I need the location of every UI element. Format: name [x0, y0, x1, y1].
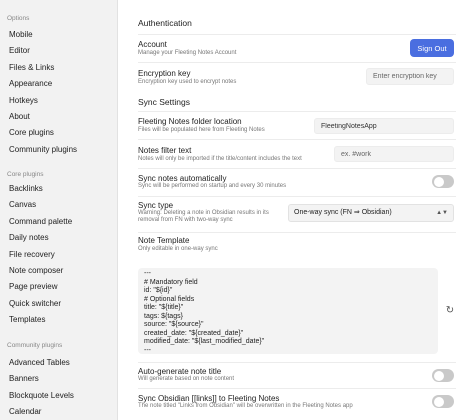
setting-name: Fleeting Notes folder location	[138, 117, 242, 126]
sidebar-item-daily-notes[interactable]: Daily notes	[0, 230, 117, 246]
sync-links-toggle[interactable]	[432, 395, 454, 408]
setting-name: Sync notes automatically	[138, 174, 227, 183]
template-line: # Mandatory field	[144, 278, 198, 286]
sync-type-select[interactable]: One-way sync (FN ⇒ Obsidian) ▲▼	[288, 204, 454, 222]
setting-name: Note Template	[138, 236, 190, 245]
toggle-knob	[433, 370, 444, 381]
template-line: # Optional fields	[144, 295, 195, 303]
setting-desc: Will generate based on note content	[138, 376, 235, 382]
sidebar-item-banners[interactable]: Banners	[0, 371, 117, 387]
setting-desc: Encryption key used to encrypt notes	[138, 79, 237, 85]
sync-settings-heading: Sync Settings	[138, 97, 190, 107]
setting-name: Sync type	[138, 201, 174, 210]
template-line: id: "${id}"	[144, 287, 173, 294]
setting-desc-line2: removal from FN with two-way sync	[138, 217, 233, 223]
settings-sidebar: Options Mobile Editor Files & Links Appe…	[0, 0, 118, 420]
sidebar-header-community-plugins: Community plugins	[7, 342, 63, 349]
sidebar-item-page-preview[interactable]: Page preview	[0, 279, 117, 295]
setting-name: Notes filter text	[138, 146, 192, 155]
sidebar-item-command-palette[interactable]: Command palette	[0, 214, 117, 230]
toggle-knob	[433, 176, 444, 187]
sync-automatically-toggle[interactable]	[432, 175, 454, 188]
setting-name: Account	[138, 40, 167, 49]
setting-name: Auto-generate note title	[138, 367, 222, 376]
sidebar-item-backlinks[interactable]: Backlinks	[0, 181, 117, 197]
template-line: ---	[144, 270, 151, 277]
setting-encryption-key: Encryption key Encryption key used to en…	[138, 62, 456, 90]
sidebar-item-file-recovery[interactable]: File recovery	[0, 247, 117, 263]
setting-desc: Notes will only be imported if the title…	[138, 156, 302, 162]
sidebar-item-appearance[interactable]: Appearance	[0, 76, 117, 92]
sidebar-item-mobile[interactable]: Mobile	[0, 27, 117, 43]
sidebar-item-quick-switcher[interactable]: Quick switcher	[0, 296, 117, 312]
sidebar-item-note-composer[interactable]: Note composer	[0, 263, 117, 279]
setting-name: Encryption key	[138, 69, 191, 78]
sync-type-selected: One-way sync (FN ⇒ Obsidian)	[294, 209, 392, 216]
setting-notes-filter: Notes filter text Notes will only be imp…	[138, 139, 456, 168]
sidebar-item-advanced-tables[interactable]: Advanced Tables	[0, 355, 117, 371]
setting-folder-location: Fleeting Notes folder location Files wil…	[138, 111, 456, 139]
setting-desc: The note titled "Links from Obsidian" wi…	[138, 403, 353, 409]
note-template-textarea[interactable]: --- # Mandatory field id: "${id}" # Opti…	[138, 268, 438, 354]
setting-name: Sync Obsidian [[links]] to Fleeting Note…	[138, 394, 280, 403]
template-line: ---	[144, 346, 151, 354]
encryption-key-input[interactable]	[366, 68, 454, 85]
sidebar-item-calendar[interactable]: Calendar	[0, 404, 117, 420]
setting-sync-automatically: Sync notes automatically Sync will be pe…	[138, 168, 456, 196]
chevron-updown-icon: ▲▼	[436, 210, 448, 216]
notes-filter-input[interactable]	[334, 146, 454, 162]
setting-desc: Manage your Fleeting Notes Account	[138, 50, 237, 56]
sign-out-button[interactable]: Sign Out	[410, 39, 454, 57]
setting-desc: Only editable in one-way sync	[138, 246, 218, 252]
sidebar-item-blockquote-levels[interactable]: Blockquote Levels	[0, 388, 117, 404]
sidebar-item-editor[interactable]: Editor	[0, 43, 117, 59]
auto-generate-title-toggle[interactable]	[432, 369, 454, 382]
sidebar-item-about[interactable]: About	[0, 109, 117, 125]
refresh-icon[interactable]: ↻	[443, 304, 457, 318]
setting-account: Account Manage your Fleeting Notes Accou…	[138, 34, 456, 62]
sidebar-item-files-links[interactable]: Files & Links	[0, 60, 117, 76]
authentication-heading: Authentication	[138, 18, 192, 28]
sidebar-item-templates[interactable]: Templates	[0, 312, 117, 328]
toggle-knob	[433, 396, 444, 407]
sidebar-header-core-plugins: Core plugins	[7, 171, 44, 178]
setting-note-template: Note Template Only editable in one-way s…	[138, 232, 456, 262]
settings-content: Authentication Account Manage your Fleet…	[118, 0, 474, 420]
template-line: source: "${source}"	[144, 321, 204, 328]
setting-desc: Files will be populated here from Fleeti…	[138, 127, 265, 133]
sidebar-item-canvas[interactable]: Canvas	[0, 197, 117, 213]
setting-sync-links: Sync Obsidian [[links]] to Fleeting Note…	[138, 388, 456, 420]
setting-desc: Sync will be performed on startup and ev…	[138, 183, 287, 189]
sidebar-item-hotkeys[interactable]: Hotkeys	[0, 93, 117, 109]
template-line: modified_date: "${last_modified_date}"	[144, 338, 265, 345]
sidebar-item-core-plugins[interactable]: Core plugins	[0, 125, 117, 141]
setting-sync-type: Sync type Warning: Deleting a note in Ob…	[138, 196, 456, 232]
sidebar-item-community-plugins[interactable]: Community plugins	[0, 142, 117, 158]
template-line: title: "${title}"	[144, 304, 184, 311]
template-line: tags: ${tags}	[144, 312, 183, 320]
sidebar-header-options: Options	[7, 15, 30, 22]
template-line: created_date: "${created_date}"	[144, 329, 244, 337]
setting-auto-generate-title: Auto-generate note title Will generate b…	[138, 362, 456, 388]
folder-location-input[interactable]	[314, 118, 454, 134]
